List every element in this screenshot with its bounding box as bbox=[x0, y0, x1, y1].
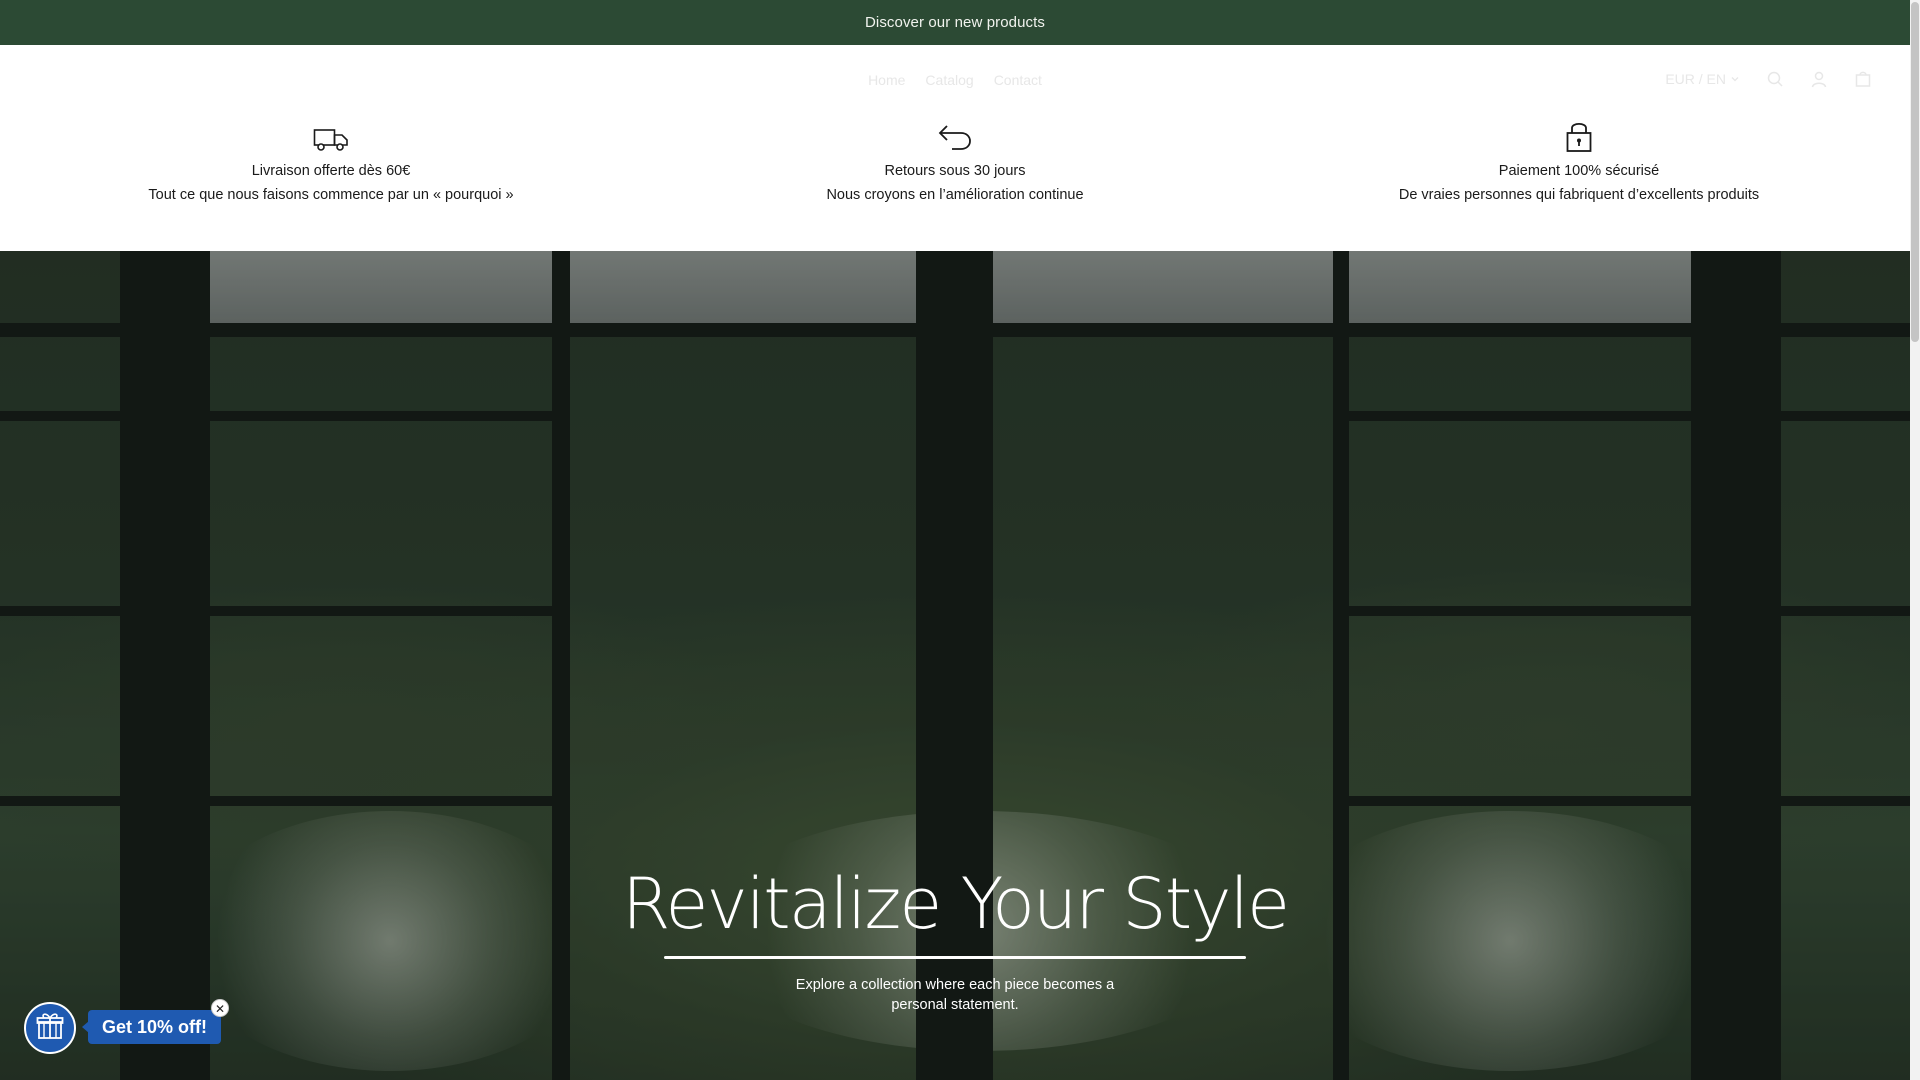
return-arrow-icon bbox=[675, 115, 1235, 153]
feature-payment: Paiement 100% sécurisé De vraies personn… bbox=[1299, 115, 1859, 207]
chevron-down-icon bbox=[1730, 71, 1740, 87]
lock-icon bbox=[1299, 115, 1859, 153]
feature-subtitle: Tout ce que nous faisons commence par un… bbox=[148, 187, 514, 203]
feature-returns: Retours sous 30 jours Nous croyons en l’… bbox=[675, 115, 1235, 207]
feature-title: Livraison offerte dès 60€ bbox=[251, 163, 411, 179]
feature-title: Retours sous 30 jours bbox=[884, 163, 1026, 179]
cart-icon[interactable] bbox=[1854, 70, 1872, 88]
gift-icon bbox=[35, 1011, 65, 1046]
announcement-text[interactable]: Discover our new products bbox=[865, 14, 1045, 31]
currency-label: EUR / EN bbox=[1665, 71, 1726, 87]
hero-banner: Revitalize Your Style Explore a collecti… bbox=[0, 251, 1910, 1080]
site-header: Home Catalog Contact EUR / EN Livraison … bbox=[0, 45, 1910, 251]
close-icon[interactable]: ✕ bbox=[211, 999, 229, 1017]
hero-title: Revitalize Your Style bbox=[621, 863, 1290, 945]
nav-home[interactable]: Home bbox=[868, 72, 905, 88]
promo-label: Get 10% off! bbox=[102, 1016, 208, 1037]
feature-subtitle: De vraies personnes qui fabriquent d’exc… bbox=[1398, 187, 1760, 203]
hero-subtitle-line: Explore a collection where each piece be… bbox=[795, 977, 1115, 993]
page-scrollbar[interactable] bbox=[1910, 0, 1920, 1080]
account-icon[interactable] bbox=[1810, 70, 1828, 88]
hero-subtitle: Explore a collection where each piece be… bbox=[0, 975, 1910, 1015]
scrollbar-thumb[interactable] bbox=[1911, 2, 1919, 342]
header-actions: EUR / EN bbox=[1665, 70, 1872, 88]
hero-title-underline bbox=[664, 956, 1246, 959]
truck-icon bbox=[51, 115, 611, 153]
currency-selector[interactable]: EUR / EN bbox=[1665, 71, 1740, 87]
hero-subtitle-line: personal statement. bbox=[891, 997, 1019, 1013]
search-icon[interactable] bbox=[1766, 70, 1784, 88]
feature-subtitle: Nous croyons en l’amélioration continue bbox=[826, 187, 1084, 203]
nav-contact[interactable]: Contact bbox=[994, 72, 1042, 88]
main-nav: Home Catalog Contact bbox=[0, 72, 1910, 88]
announcement-bar: Discover our new products bbox=[0, 0, 1910, 45]
feature-shipping: Livraison offerte dès 60€ Tout ce que no… bbox=[51, 115, 611, 207]
promo-badge[interactable]: Get 10% off! bbox=[88, 1010, 222, 1044]
gift-button[interactable] bbox=[24, 1002, 76, 1054]
nav-catalog[interactable]: Catalog bbox=[925, 72, 973, 88]
page: Discover our new products Home Catalog C… bbox=[0, 0, 1920, 1080]
feature-title: Paiement 100% sécurisé bbox=[1498, 163, 1660, 179]
